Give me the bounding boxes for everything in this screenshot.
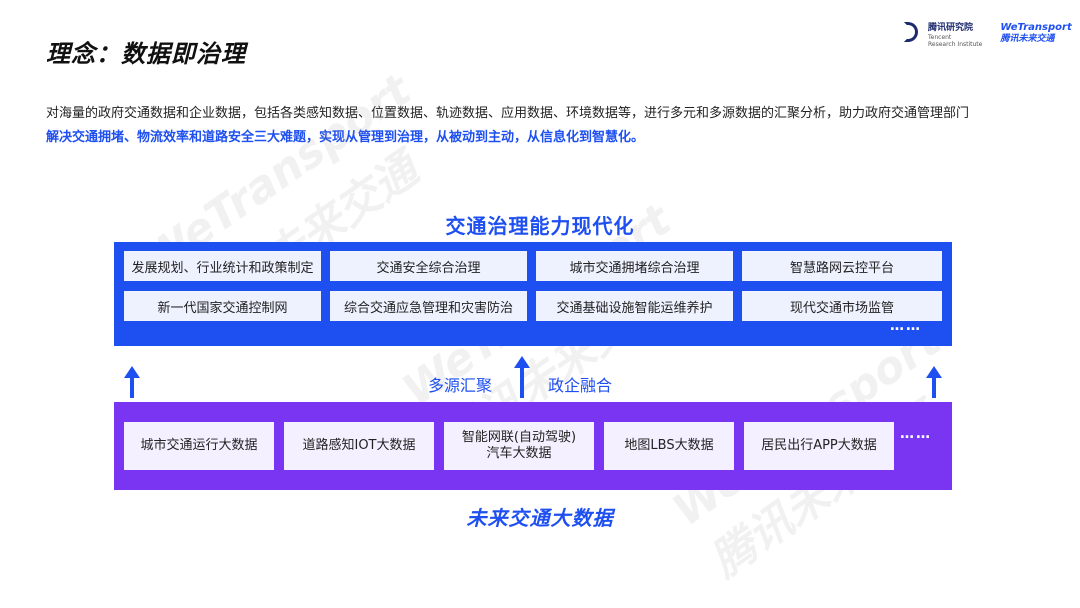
governance-item: 现代交通市场监管	[742, 291, 942, 321]
bigdata-item: 道路感知IOT大数据	[284, 422, 434, 470]
bigdata-item: 智能网联(自动驾驶) 汽车大数据	[444, 422, 594, 470]
arrow-up-icon	[124, 366, 140, 398]
logo-wetransport-en: WeTransport	[1000, 22, 1072, 33]
bigdata-panel: 城市交通运行大数据 道路感知IOT大数据 智能网联(自动驾驶) 汽车大数据 地图…	[114, 402, 952, 490]
governance-item: 交通基础设施智能运维养护	[536, 291, 733, 321]
logo-tencent-sub2: Research Institute	[928, 41, 983, 48]
bottom-more-dots: ……	[900, 426, 932, 442]
top-more-dots: ……	[890, 318, 922, 334]
wetransport-logo: WeTransport 腾讯未来交通	[1000, 22, 1071, 45]
bigdata-item: 居民出行APP大数据	[744, 422, 894, 470]
governance-item: 新一代国家交通控制网	[124, 291, 321, 321]
label-multi-source: 多源汇聚	[428, 376, 493, 395]
governance-item: 城市交通拥堵综合治理	[536, 251, 733, 281]
tencent-research-logo-icon	[904, 22, 922, 44]
label-gov-enterprise: 政企融合	[548, 376, 613, 395]
logo-wetransport-cn: 腾讯未来交通	[1000, 34, 1055, 44]
bigdata-item: 地图LBS大数据	[604, 422, 734, 470]
logo-group: 腾讯研究院 Tencent Research Institute WeTrans…	[904, 22, 1072, 48]
governance-item: 智慧路网云控平台	[742, 251, 942, 281]
description-line1: 对海量的政府交通数据和企业数据，包括各类感知数据、位置数据、轨迹数据、应用数据、…	[46, 106, 970, 121]
page-title: 理念：数据即治理	[46, 40, 246, 68]
bigdata-item-line1: 道路感知IOT大数据	[302, 438, 416, 453]
bigdata-item-line1: 居民出行APP大数据	[761, 438, 877, 453]
bigdata-item-line1: 地图LBS大数据	[624, 438, 714, 453]
governance-item: 交通安全综合治理	[330, 251, 527, 281]
bigdata-item-line1: 城市交通运行大数据	[140, 438, 258, 453]
bigdata-item-line2: 汽车大数据	[486, 446, 552, 461]
bottom-section-title: 未来交通大数据	[466, 506, 614, 530]
governance-item: 发展规划、行业统计和政策制定	[124, 251, 321, 281]
logo-tencent-sub1: Tencent	[928, 34, 952, 41]
governance-item: 综合交通应急管理和灾害防治	[330, 291, 527, 321]
arrow-up-icon	[514, 356, 530, 398]
description: 对海量的政府交通数据和企业数据，包括各类感知数据、位置数据、轨迹数据、应用数据、…	[46, 102, 1046, 150]
tencent-research-logo-text: 腾讯研究院 Tencent Research Institute	[928, 22, 982, 48]
arrow-up-icon	[926, 366, 942, 398]
top-section-title: 交通治理能力现代化	[445, 214, 635, 238]
bigdata-item-line1: 智能网联(自动驾驶)	[461, 430, 577, 445]
description-line2: 解决交通拥堵、物流效率和道路安全三大难题，实现从管理到治理，从被动到主动，从信息…	[46, 130, 645, 145]
logo-tencent-main: 腾讯研究院	[928, 23, 974, 33]
governance-panel: 发展规划、行业统计和政策制定 交通安全综合治理 城市交通拥堵综合治理 智慧路网云…	[114, 242, 952, 346]
bigdata-item: 城市交通运行大数据	[124, 422, 274, 470]
